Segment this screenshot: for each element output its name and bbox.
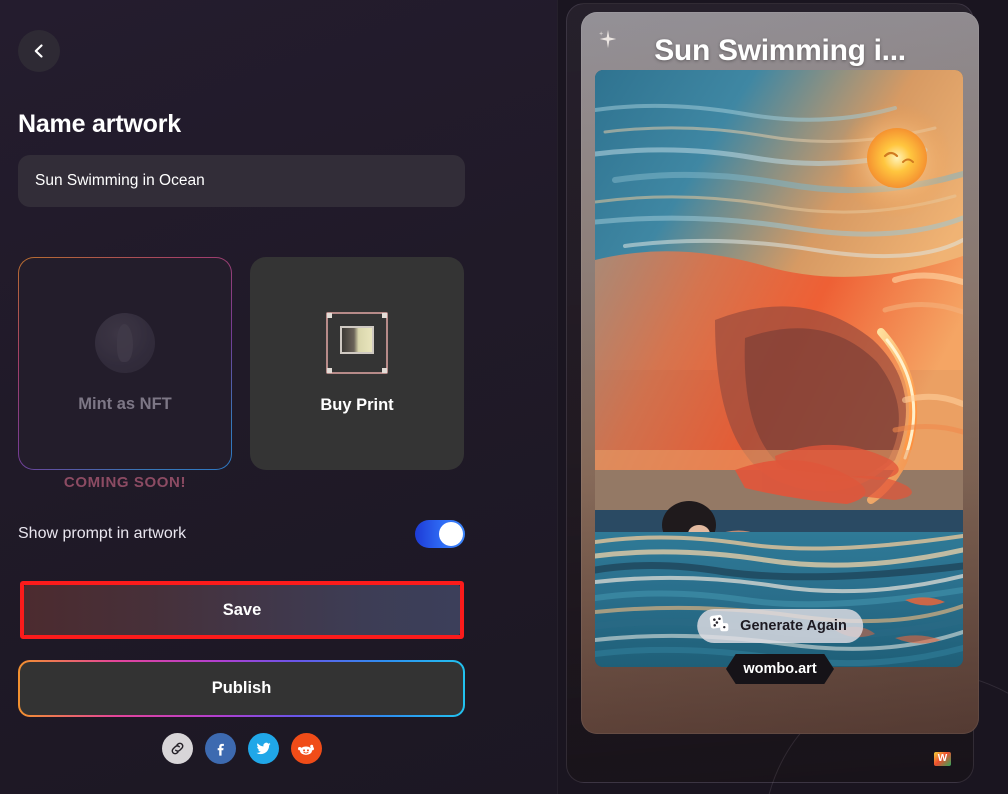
generate-again-button[interactable]: Generate Again xyxy=(697,609,863,643)
artwork-image xyxy=(595,70,963,667)
generate-again-label: Generate Again xyxy=(740,618,847,634)
reddit-icon xyxy=(297,740,315,758)
panel-divider xyxy=(557,0,558,794)
buy-print-card[interactable]: Buy Print xyxy=(250,257,464,470)
artwork-name-input[interactable] xyxy=(18,155,465,207)
show-prompt-label: Show prompt in artwork xyxy=(18,525,187,542)
picture-frame-icon xyxy=(326,312,388,374)
facebook-icon xyxy=(212,740,229,757)
show-prompt-row: Show prompt in artwork xyxy=(18,520,465,548)
dice-icon xyxy=(709,614,731,639)
link-icon xyxy=(169,740,186,757)
left-panel: Name artwork Mint as NFT Buy Print COMIN… xyxy=(0,0,557,794)
toggle-knob xyxy=(439,522,463,546)
back-button[interactable] xyxy=(18,30,60,72)
buy-print-label: Buy Print xyxy=(320,396,394,414)
ethereum-icon xyxy=(95,313,155,373)
option-cards: Mint as NFT Buy Print xyxy=(18,257,465,470)
save-button-highlight: Save xyxy=(20,581,464,639)
save-button[interactable]: Save xyxy=(24,585,460,635)
chevron-left-icon xyxy=(31,43,47,59)
facebook-share-button[interactable] xyxy=(204,733,236,764)
reddit-share-button[interactable] xyxy=(290,733,322,764)
twitter-icon xyxy=(255,740,272,757)
wombo-logo: W xyxy=(934,752,951,766)
page-title: Name artwork xyxy=(18,110,181,138)
mint-as-nft-card[interactable]: Mint as NFT xyxy=(18,257,232,470)
app-root: Name artwork Mint as NFT Buy Print COMIN… xyxy=(0,0,1008,794)
mint-as-nft-label: Mint as NFT xyxy=(78,395,172,413)
copy-link-button[interactable] xyxy=(161,733,193,764)
publish-button[interactable]: Publish xyxy=(18,660,465,717)
twitter-share-button[interactable] xyxy=(247,733,279,764)
artwork-card[interactable]: Sun Swimming i... Generate Again wombo.a… xyxy=(581,12,979,734)
artwork-preview-panel: Sun Swimming i... Generate Again wombo.a… xyxy=(557,0,1008,794)
show-prompt-toggle[interactable] xyxy=(415,520,465,548)
coming-soon-caption: COMING SOON! xyxy=(63,474,187,491)
artwork-card-title: Sun Swimming i... xyxy=(654,34,906,67)
social-share-row xyxy=(18,733,465,764)
artwork-outer-frame: Sun Swimming i... Generate Again wombo.a… xyxy=(566,3,1008,794)
wombo-watermark: wombo.art xyxy=(726,654,834,684)
